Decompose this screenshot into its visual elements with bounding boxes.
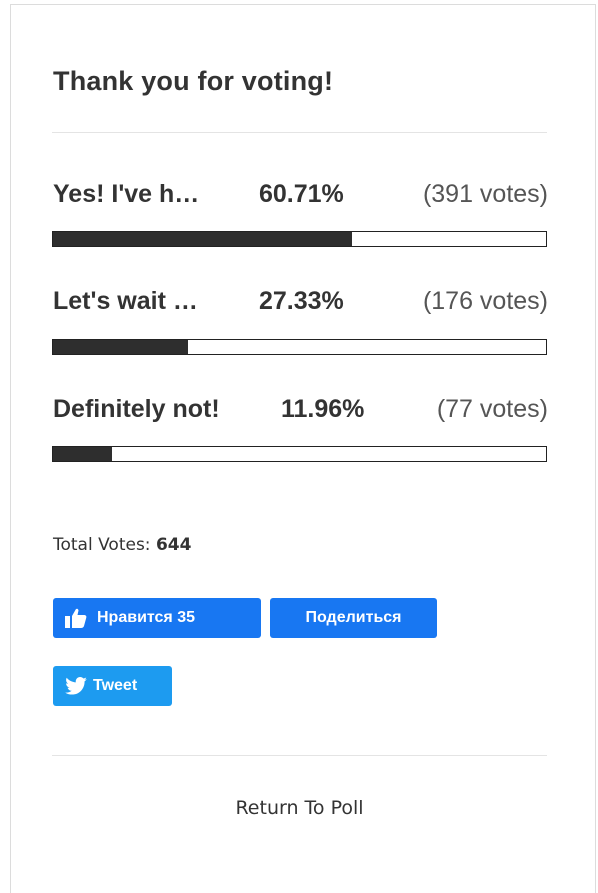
answer-bar-3: [52, 446, 547, 462]
tweet-label: Tweet: [93, 677, 138, 694]
total-votes: Total Votes: 644: [53, 535, 191, 555]
return-to-poll-link[interactable]: Return To Poll: [52, 797, 547, 819]
answer-votes: (176 votes): [422, 287, 548, 315]
facebook-share-button[interactable]: Поделиться: [270, 598, 437, 638]
answer-votes: (391 votes): [422, 180, 548, 208]
answer-row-1: Yes! I've h… 60.71% (391 votes): [53, 180, 548, 212]
answer-bar-fill: [53, 340, 188, 354]
answer-label: Definitely not!: [53, 395, 220, 423]
thumbs-up-icon: [65, 608, 87, 628]
answer-bar-fill: [53, 232, 353, 246]
twitter-bird-icon: [65, 677, 87, 695]
poll-results-title: Thank you for voting!: [53, 66, 334, 96]
answer-label: Let's wait …: [53, 287, 198, 315]
answer-percent: 11.96%: [281, 395, 365, 423]
total-votes-value: 644: [155, 535, 192, 555]
answer-bar-2: [52, 339, 547, 355]
title-divider: [52, 132, 547, 133]
answer-percent: 60.71%: [259, 180, 344, 208]
answer-bar-1: [52, 231, 547, 247]
facebook-like-button[interactable]: Нравится 35: [53, 598, 261, 638]
answer-row-3: Definitely not! 11.96% (77 votes): [53, 395, 548, 427]
total-votes-label: Total Votes:: [53, 535, 151, 555]
footer-divider: [52, 755, 547, 756]
answer-bar-fill: [53, 447, 112, 461]
answer-row-2: Let's wait … 27.33% (176 votes): [53, 287, 548, 319]
answer-votes: (77 votes): [436, 395, 548, 423]
facebook-share-label: Поделиться: [305, 609, 402, 626]
answer-percent: 27.33%: [259, 287, 344, 315]
facebook-like-label: Нравится 35: [97, 609, 195, 626]
answer-label: Yes! I've h…: [53, 180, 200, 208]
tweet-button[interactable]: Tweet: [53, 666, 172, 706]
